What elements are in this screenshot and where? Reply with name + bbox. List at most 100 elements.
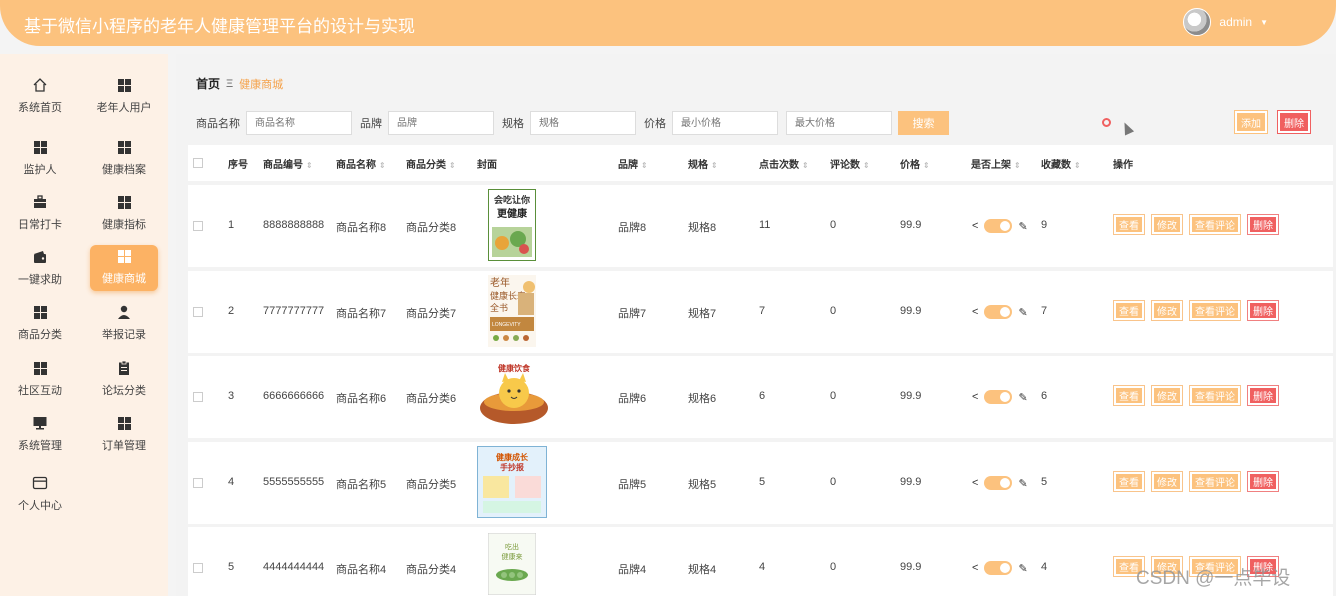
delete-button[interactable]: 删除 (1248, 472, 1278, 491)
max-price-input[interactable] (786, 111, 892, 135)
filter-spec-label: 规格 (502, 118, 524, 130)
min-price-input[interactable] (672, 111, 778, 135)
sidebar-item-health-metrics[interactable]: 健康指标 (90, 191, 158, 237)
row-checkbox[interactable] (193, 221, 203, 231)
chevron-down-icon: ▼ (1260, 17, 1268, 27)
brand-input[interactable] (388, 111, 494, 135)
edit-button[interactable]: 修改 (1152, 472, 1182, 491)
view-button[interactable]: 查看 (1114, 472, 1144, 491)
delete-button[interactable]: 删除 (1248, 301, 1278, 320)
sidebar-item-system-admin[interactable]: 系统管理 (6, 412, 74, 458)
sort-icon: ⇕ (1074, 161, 1081, 170)
view-button[interactable]: 查看 (1114, 386, 1144, 405)
sidebar-item-health-mall[interactable]: 健康商城 (90, 245, 158, 291)
col-spec[interactable]: 规格 ⇕ (688, 156, 718, 171)
col-on-shelf[interactable]: 是否上架 ⇕ (971, 156, 1021, 171)
product-cover-image[interactable]: 吃出 健康来 (487, 532, 537, 596)
on-shelf-toggle[interactable] (984, 305, 1013, 319)
col-ops: 操作 (1113, 160, 1133, 171)
select-all-checkbox[interactable] (193, 158, 203, 168)
product-cover-image[interactable]: 老年 健康长寿 全书 LONGEVITY (488, 275, 536, 347)
sidebar-item-orders[interactable]: 订单管理 (90, 412, 158, 458)
col-name[interactable]: 商品名称 ⇕ (336, 156, 386, 171)
sidebar: 系统首页 老年人用户 监护人 健康档案 日常打卡 健康指标 一键求助 健康商城 … (0, 54, 168, 596)
grid-icon (116, 415, 132, 431)
avatar[interactable] (1183, 8, 1212, 36)
add-button[interactable]: 添加 (1235, 111, 1267, 133)
share-icon[interactable]: < (972, 306, 978, 318)
on-shelf-control: < ✎ (972, 561, 1028, 575)
sidebar-item-home[interactable]: 系统首页 (6, 74, 74, 120)
breadcrumb-home[interactable]: 首页 (196, 75, 220, 92)
table-row: 2 7777777777 商品名称7 商品分类7 老年 健康长寿 全书 LONG… (188, 271, 1333, 353)
sidebar-item-elderly-users[interactable]: 老年人用户 (90, 74, 158, 120)
sidebar-item-profile[interactable]: 个人中心 (6, 472, 74, 518)
share-icon[interactable]: < (972, 391, 978, 403)
svg-text:老年: 老年 (490, 276, 510, 289)
user-menu[interactable]: admin ▼ (1183, 8, 1268, 36)
on-shelf-toggle[interactable] (984, 390, 1013, 404)
spec-input[interactable] (530, 111, 636, 135)
edit-pen-icon[interactable]: ✎ (1018, 306, 1027, 319)
delete-button[interactable]: 删除 (1248, 386, 1278, 405)
sort-icon: ⇕ (923, 161, 930, 170)
edit-pen-icon[interactable]: ✎ (1018, 220, 1027, 233)
sort-icon: ⇕ (641, 161, 648, 170)
sidebar-item-forum-category[interactable]: 论坛分类 (90, 357, 158, 403)
svg-text:健康饮食: 健康饮食 (498, 363, 531, 373)
product-name-input[interactable] (246, 111, 352, 135)
filter-brand-label: 品牌 (360, 118, 382, 130)
col-clicks[interactable]: 点击次数 ⇕ (759, 156, 809, 171)
sidebar-item-guardian[interactable]: 监护人 (6, 136, 74, 182)
share-icon[interactable]: < (972, 562, 978, 574)
svg-text:更健康: 更健康 (497, 207, 528, 220)
share-icon[interactable]: < (972, 220, 978, 232)
edit-pen-icon[interactable]: ✎ (1018, 477, 1027, 490)
row-actions: 查看 修改 查看评论 删除 (1114, 472, 1278, 491)
sidebar-item-reports[interactable]: 举报记录 (90, 301, 158, 347)
delete-button[interactable]: 删除 (1248, 215, 1278, 234)
grid-icon (116, 194, 132, 210)
row-checkbox[interactable] (193, 392, 203, 402)
row-checkbox[interactable] (193, 478, 203, 488)
sidebar-item-sos[interactable]: 一键求助 (6, 246, 74, 292)
sidebar-item-community[interactable]: 社区互动 (6, 357, 74, 403)
product-cover-image[interactable]: 会吃让你 更健康 (487, 188, 537, 262)
batch-delete-button[interactable]: 删除 (1278, 111, 1310, 133)
row-checkbox[interactable] (193, 563, 203, 573)
col-category[interactable]: 商品分类 ⇕ (406, 156, 456, 171)
view-button[interactable]: 查看 (1114, 215, 1144, 234)
view-comments-button[interactable]: 查看评论 (1190, 215, 1240, 234)
view-comments-button[interactable]: 查看评论 (1190, 472, 1240, 491)
edit-button[interactable]: 修改 (1152, 386, 1182, 405)
search-button[interactable]: 搜索 (898, 111, 949, 135)
view-button[interactable]: 查看 (1114, 301, 1144, 320)
table-header: 序号 商品编号 ⇕ 商品名称 ⇕ 商品分类 ⇕ 封面 品牌 ⇕ 规格 ⇕ 点击次数 ⇕ 评论… (188, 145, 1333, 181)
edit-button[interactable]: 修改 (1152, 215, 1182, 234)
col-brand[interactable]: 品牌 ⇕ (618, 156, 648, 171)
view-comments-button[interactable]: 查看评论 (1190, 386, 1240, 405)
sort-icon: ⇕ (306, 161, 313, 170)
share-icon[interactable]: < (972, 477, 978, 489)
col-price[interactable]: 价格 ⇕ (900, 156, 930, 171)
edit-button[interactable]: 修改 (1152, 301, 1182, 320)
col-comments[interactable]: 评论数 ⇕ (830, 156, 870, 171)
on-shelf-toggle[interactable] (984, 476, 1013, 490)
on-shelf-toggle[interactable] (984, 561, 1013, 575)
edit-pen-icon[interactable]: ✎ (1018, 562, 1027, 575)
product-cover-image[interactable]: 健康成长 手抄报 (476, 445, 548, 519)
sidebar-item-product-category[interactable]: 商品分类 (6, 301, 74, 347)
sidebar-item-health-records[interactable]: 健康档案 (90, 136, 158, 182)
edit-pen-icon[interactable]: ✎ (1018, 391, 1027, 404)
col-code[interactable]: 商品编号 ⇕ (263, 156, 313, 171)
col-index: 序号 (228, 160, 248, 171)
table-row: 4 5555555555 商品名称5 商品分类5 健康成长 手抄报 品牌5 规格… (188, 442, 1333, 524)
row-checkbox[interactable] (193, 307, 203, 317)
view-comments-button[interactable]: 查看评论 (1190, 301, 1240, 320)
on-shelf-toggle[interactable] (984, 219, 1013, 233)
product-cover-image[interactable]: 健康饮食 (478, 360, 550, 432)
col-favorites[interactable]: 收藏数 ⇕ (1041, 156, 1081, 171)
sidebar-item-daily-checkin[interactable]: 日常打卡 (6, 191, 74, 237)
svg-text:全书: 全书 (490, 302, 508, 313)
svg-text:健康成长: 健康成长 (496, 452, 529, 462)
